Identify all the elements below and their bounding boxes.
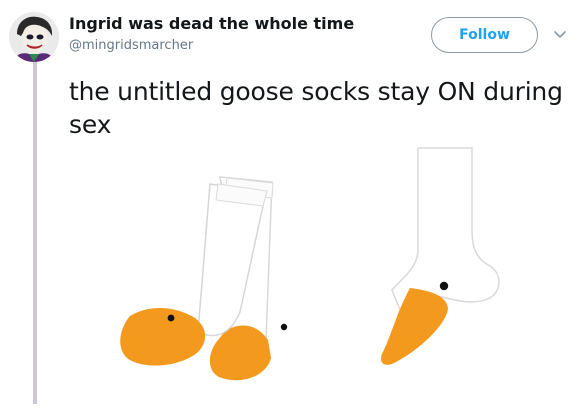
goose-sock-single-image [380,147,500,365]
thread-line [33,60,37,404]
joker-avatar-icon [9,12,59,62]
tweet-card: Ingrid was dead the whole time @mingrids… [0,0,586,404]
display-name[interactable]: Ingrid was dead the whole time [69,14,354,33]
tweet-text: the untitled goose socks stay ON during … [69,77,563,139]
follow-button[interactable]: Follow [431,17,538,53]
avatar[interactable] [9,12,59,62]
tweet-media[interactable] [70,140,586,404]
goose-socks-pair-image [120,176,288,381]
chevron-down-icon[interactable] [552,26,568,42]
user-handle[interactable]: @mingridsmarcher [69,38,193,53]
